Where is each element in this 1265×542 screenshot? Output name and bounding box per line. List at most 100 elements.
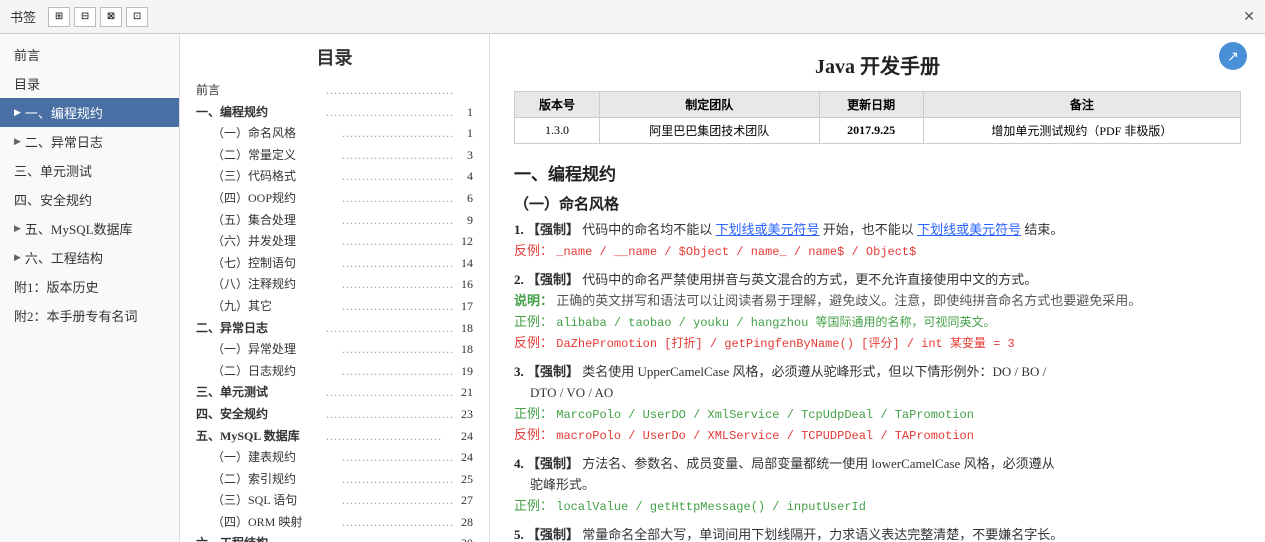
- toc-entry[interactable]: 一、编程规约.................................1: [196, 102, 473, 124]
- toc-entry[interactable]: （四）OOP规约................................…: [196, 188, 473, 210]
- toc-entry-page: 24: [453, 426, 473, 448]
- toc-entry-label: （五）集合处理: [212, 210, 342, 232]
- sidebar-item-label: 四、安全规约: [14, 190, 92, 209]
- sidebar-item-app2[interactable]: 附2：本手册专有名词: [0, 301, 179, 330]
- sidebar-item-app1[interactable]: 附1：版本历史: [0, 272, 179, 301]
- toc-entry[interactable]: （五）集合处理.................................…: [196, 210, 473, 232]
- toc-entry[interactable]: （三）代码格式.................................…: [196, 166, 473, 188]
- toc-entry[interactable]: （三）SQL 语句...............................…: [196, 490, 473, 512]
- toc-entry-dots: .....................................: [342, 210, 453, 232]
- sidebar-item-label: 五、MySQL数据库: [25, 219, 133, 238]
- toc-entry[interactable]: （七）控制语句.................................…: [196, 253, 473, 275]
- arrow-icon: ▶: [14, 136, 21, 147]
- rule-3: 3. 【强制】 类名使用 UpperCamelCase 风格，必须遵从驼峰形式，…: [514, 362, 1241, 446]
- toc-entry[interactable]: （八）注释规约.................................…: [196, 274, 473, 296]
- toc-entry-dots: .............................: [326, 426, 453, 448]
- toc-entry-page: 1: [453, 123, 473, 145]
- rule-5: 5. 【强制】 常量命名全部大写，单词间用下划线隔开，力求语义表达完整清楚，不要…: [514, 525, 1241, 542]
- sidebar-item-ch4[interactable]: 四、安全规约: [0, 185, 179, 214]
- toc-entry[interactable]: （九）其它...................................…: [196, 296, 473, 318]
- wrong-label: 反例：: [514, 243, 553, 258]
- toc-entry[interactable]: 五、MySQL 数据库.............................…: [196, 426, 473, 448]
- sidebar-item-ch1[interactable]: ▶ 一、编程规约: [0, 98, 179, 127]
- toc-entry-dots: ........................................: [342, 296, 453, 318]
- rule-text: 类名使用 UpperCamelCase 风格，必须遵从驼峰形式，但以下情形例外：…: [582, 364, 1046, 379]
- toc-entry-page: 1: [453, 102, 473, 124]
- toc-entry[interactable]: 二、异常日志.................................1…: [196, 318, 473, 340]
- rule-2: 2. 【强制】 代码中的命名严禁使用拼音与英文混合的方式，更不允许直接使用中文的…: [514, 270, 1241, 354]
- toc-entry[interactable]: （四）ORM 映射...............................…: [196, 512, 473, 534]
- toolbar-icon-4[interactable]: ⊡: [126, 7, 148, 27]
- toolbar-icon-1[interactable]: ⊞: [48, 7, 70, 27]
- rule-badge: 【强制】: [527, 364, 579, 379]
- rule-4: 4. 【强制】 方法名、参数名、成员变量、局部变量都统一使用 lowerCame…: [514, 454, 1241, 517]
- sidebar-item-preface[interactable]: 前言: [0, 40, 179, 69]
- toc-entry-dots: ....................................: [342, 253, 453, 275]
- toc-entry-page: 25: [453, 469, 473, 491]
- toc-entry-dots: ........................................…: [326, 80, 453, 102]
- toc-entry-dots: .....................................: [342, 145, 453, 167]
- rule-num: 3.: [514, 364, 527, 379]
- toc-entry[interactable]: （二）索引规约.................................…: [196, 469, 473, 491]
- sidebar-item-ch6[interactable]: ▶ 六、工程结构: [0, 243, 179, 272]
- toc-entry[interactable]: （二）常量定义.................................…: [196, 145, 473, 167]
- toc-entry-label: （一）异常处理: [212, 339, 342, 361]
- sidebar-item-toc[interactable]: 目录: [0, 69, 179, 98]
- sidebar-item-label: 六、工程结构: [25, 248, 103, 267]
- right-label: 正例：: [514, 314, 553, 329]
- toc-entry-dots: .................................: [326, 318, 453, 340]
- toc-entry-page: 3: [453, 145, 473, 167]
- toc-entry-page: 30: [453, 533, 473, 542]
- toc-entry-page: [453, 80, 473, 102]
- close-button[interactable]: ✕: [1243, 8, 1255, 25]
- col-version: 版本号: [515, 92, 600, 118]
- sidebar-item-ch2[interactable]: ▶ 二、异常日志: [0, 127, 179, 156]
- toc-entry-page: 14: [453, 253, 473, 275]
- toc-panel: 目录 前言...................................…: [180, 34, 490, 542]
- rule-link1: 下划线或美元符号: [716, 222, 820, 237]
- toc-entry-page: 16: [453, 274, 473, 296]
- wrong-example: macroPolo / UserDo / XMLService / TCPUDP…: [556, 429, 974, 443]
- toc-entry[interactable]: 六、工程结构.................................3…: [196, 533, 473, 542]
- toc-entry-dots: ....................................: [342, 361, 453, 383]
- toc-entry[interactable]: 三、单元测试.................................2…: [196, 382, 473, 404]
- toolbar-icon-3[interactable]: ⊠: [100, 7, 122, 27]
- sidebar: 前言 目录 ▶ 一、编程规约 ▶ 二、异常日志 三、单元测试 四、安全规约 ▶ …: [0, 34, 180, 542]
- toc-entry[interactable]: （一）异常处理.................................…: [196, 339, 473, 361]
- rule-text: 常量命名全部大写，单词间用下划线隔开，力求语义表达完整清楚，不要嫌名字长。: [582, 527, 1063, 542]
- toc-entry-label: 五、MySQL 数据库: [196, 426, 326, 448]
- wrong-example: _name / __name / $Object / name_ / name$…: [556, 245, 916, 259]
- sidebar-item-ch3[interactable]: 三、单元测试: [0, 156, 179, 185]
- toc-entry[interactable]: （六）并发处理.................................…: [196, 231, 473, 253]
- toc-entry-dots: .....................................: [342, 166, 453, 188]
- rule-text2: DTO / VO / AO: [514, 385, 613, 400]
- right-label: 正例：: [514, 498, 553, 513]
- right-label: 正例：: [514, 406, 553, 421]
- toc-entry-dots: .................................: [326, 382, 453, 404]
- toc-entry-label: （一）建表规约: [212, 447, 342, 469]
- corner-button[interactable]: ↗: [1219, 42, 1247, 70]
- toc-entry[interactable]: 前言......................................…: [196, 80, 473, 102]
- toc-entry-label: （二）日志规约: [212, 361, 342, 383]
- toc-entry[interactable]: 四、安全规约.................................2…: [196, 404, 473, 426]
- sidebar-item-label: 一、编程规约: [25, 103, 103, 122]
- toc-entry[interactable]: （一）建表规约.................................…: [196, 447, 473, 469]
- toc-entry[interactable]: （二）日志规约.................................…: [196, 361, 473, 383]
- section1-title: 一、编程规约: [514, 160, 1241, 185]
- rule-text2: 驼峰形式。: [514, 477, 595, 492]
- rule-text: 代码中的命名均不能以: [582, 222, 712, 237]
- col-date: 更新日期: [819, 92, 923, 118]
- toolbar-icons: ⊞ ⊟ ⊠ ⊡: [48, 7, 148, 27]
- cell-team: 阿里巴巴集团技术团队: [599, 118, 819, 144]
- wrong-label: 反例：: [514, 335, 553, 350]
- toc-entry-label: （七）控制语句: [212, 253, 342, 275]
- rule-text: 代码中的命名严禁使用拼音与英文混合的方式，更不允许直接使用中文的方式。: [582, 272, 1037, 287]
- toc-entry[interactable]: （一）命名风格.................................…: [196, 123, 473, 145]
- cell-version: 1.3.0: [515, 118, 600, 144]
- sidebar-item-ch5[interactable]: ▶ 五、MySQL数据库: [0, 214, 179, 243]
- rule-badge: 【强制】: [527, 222, 579, 237]
- cell-note: 增加单元测试规约（PDF 非极版）: [923, 118, 1240, 144]
- rule-num: 1.: [514, 222, 527, 237]
- toolbar-icon-2[interactable]: ⊟: [74, 7, 96, 27]
- right-example: alibaba / taobao / youku / hangzhou 等国际通…: [556, 316, 995, 330]
